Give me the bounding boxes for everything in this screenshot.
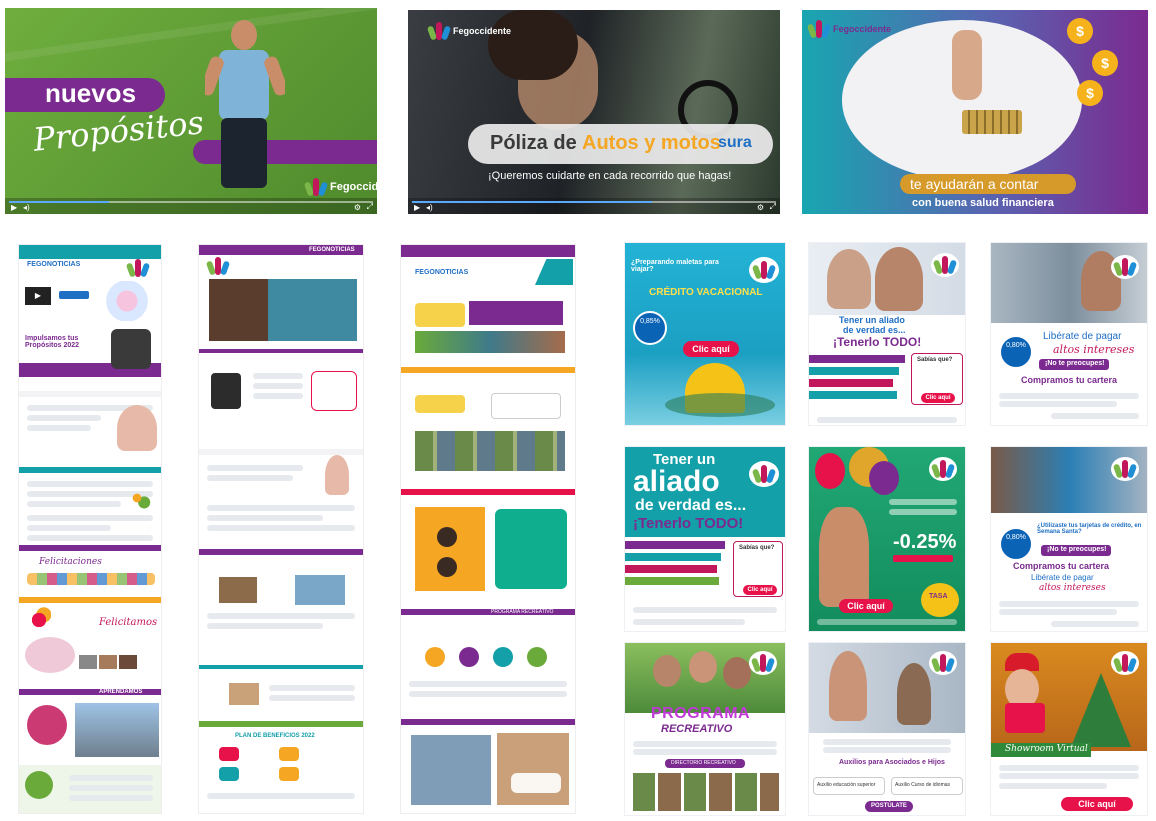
video-banner-poliza[interactable]: Fegoccidente Póliza de Autos y motos sur… [408,10,780,214]
newsletter-header: FEGONOTICIAS [415,269,469,276]
newsletter-header: FEGONOTICIAS [27,261,81,268]
play-icon: ▶ [34,291,42,300]
poster-title-2: aliado [633,465,720,498]
sabias-que: Sabías que? [739,545,775,551]
finanzas-line2: con buena salud financiera [912,197,1054,209]
banner-word-nuevos: nuevos [45,78,137,108]
poster-title-1: Libérate de pagar [1043,331,1122,342]
section-programa-recreativo: PROGRAMA RECREATIVO [491,609,554,615]
poster-title: ¿Utilizaste tus tarjetas de crédito, en … [1037,523,1142,535]
cta-button[interactable]: Clic aquí [743,585,777,595]
poliza-title-prefix: Póliza de [490,132,577,154]
poster-tasa[interactable]: -0.25% TASA Clic aquí [808,446,966,632]
poster-liberate-2[interactable]: 0,80% ¿Utilizaste tus tarjetas de crédit… [990,446,1148,632]
newsletter-hero-text: Impulsamos tus Propósitos 2022 [25,335,80,349]
poster-tasa-label: TASA [929,593,948,600]
poster-highlight: CRÉDITO VACACIONAL [649,287,763,298]
poliza-title-suffix: sura [718,134,752,151]
coin-icon: $ [1067,18,1093,44]
volume-icon[interactable]: ◂) [23,203,30,212]
rate-badge: 0,85% [633,311,667,345]
section-aprendamos: APRENDAMOS [99,689,143,695]
newsletter-header: FEGONOTICIAS [309,247,355,253]
video-thumbnail[interactable]: ▶ [25,287,51,305]
cta-button[interactable]: Clic aquí [683,341,739,357]
poliza-subtitle: ¡Queremos cuidarte en cada recorrido que… [488,170,732,182]
poster-credito-vacacional[interactable]: ¿Preparando maletas para viajar? CRÉDITO… [624,242,786,426]
poster-title-1: PROGRAMA [651,705,751,722]
coin-icon: $ [1092,50,1118,76]
newsletter-3[interactable]: FEGONOTICIAS PROGRAMA RECREATIVO [400,244,576,814]
logo-icon: Fegoccidente [426,22,511,41]
poster-tag: ¡No te preocupes! [1045,360,1105,367]
cta-button[interactable]: Clic aquí [921,393,955,403]
coin-stack-photo [962,110,1022,134]
poster-tag: ¡No te preocupes! [1047,546,1107,553]
newsletter-1[interactable]: FEGONOTICIAS ▶ Impulsamos tus Propósitos… [18,244,162,814]
poster-title-4: ¡Tenerlo TODO! [633,515,744,532]
poster-rate: -0.25% [893,531,957,553]
auxilio-btn-1[interactable]: Auxilio educación superior [817,782,875,788]
coin-icon: $ [1077,80,1103,106]
logo-icon: Fegoccidente [303,178,377,197]
settings-icon[interactable]: ⚙ [757,203,764,212]
poster-title-2: altos intereses [1053,343,1135,356]
poster-programa-recreativo[interactable]: PROGRAMA RECREATIVO DIRECTORIO RECREATIV… [624,642,786,816]
poster-title-2: RECREATIVO [661,723,733,735]
poster-liberate-1[interactable]: 0,80% Libérate de pagar altos intereses … [990,242,1148,426]
poster-aliado-2[interactable]: Tener un aliado de verdad es... ¡Tenerlo… [624,446,786,632]
settings-icon[interactable]: ⚙ [354,203,361,212]
finanzas-line1: te ayudarán a contar [910,176,1039,192]
section-plan-beneficios: PLAN DE BENEFICIOS 2022 [235,733,315,739]
logo-icon: Fegoccidente [806,20,891,39]
poster-sub: Compramos tu cartera [1021,375,1118,385]
poster-sub: Compramos tu cartera [1013,561,1110,571]
cta-button[interactable]: Clic aquí [839,599,893,613]
rate-badge: 0,80% [999,527,1033,561]
poster-title-2: altos intereses [1039,583,1106,593]
directorio-bar: DIRECTORIO RECREATIVO [671,760,736,766]
play-icon[interactable]: ▶ [11,203,17,212]
fullscreen-icon[interactable]: ⤢ [367,202,373,212]
banner-finanzas[interactable]: $ $ $ Fegoccidente te ayudarán a contar … [802,10,1148,214]
rate-badge: 0,80% [999,335,1033,369]
fullscreen-icon[interactable]: ⤢ [770,202,776,212]
play-icon[interactable]: ▶ [414,203,420,212]
poster-title-1: Tener un aliado [839,315,905,325]
sabias-que: Sabías que? [917,357,953,363]
volume-icon[interactable]: ◂) [426,203,433,212]
poliza-title-highlight: Autos y motos [582,132,721,154]
poster-showroom[interactable]: Showroom Virtual Clic aquí [990,642,1148,816]
section-felicitamos: Felicitamos [99,617,158,628]
poster-title-3: ¡Tenerlo TODO! [833,335,922,349]
poster-aliado-1[interactable]: Tener un aliado de verdad es... ¡Tenerlo… [808,242,966,426]
cta-button[interactable]: Clic aquí [1061,797,1133,811]
newsletter-2[interactable]: FEGONOTICIAS PLAN DE BENEFICIOS 2022 [198,244,364,814]
section-felicitaciones: Felicitaciones [39,557,102,567]
poster-title: Auxilios para Asociados e Hijos [839,759,945,766]
auxilio-btn-2[interactable]: Auxilio Curso de idiomas [895,782,950,788]
jumping-man-photo [205,20,285,210]
poster-auxilios[interactable]: Auxilios para Asociados e Hijos Auxilio … [808,642,966,816]
cta-button[interactable]: POSTÚLATE [865,801,913,812]
poster-title-2: de verdad es... [843,325,906,335]
poster-title-1: Libérate de pagar [1031,573,1094,582]
video-banner-propositos[interactable]: nuevos Propósitos Fegoccidente ▶ ◂) ⚙ ⤢ [5,8,377,214]
poster-title: Showroom Virtual [1005,744,1088,754]
poster-title-3: de verdad es... [635,497,747,514]
poster-title: ¿Preparando maletas para viajar? [631,259,719,273]
